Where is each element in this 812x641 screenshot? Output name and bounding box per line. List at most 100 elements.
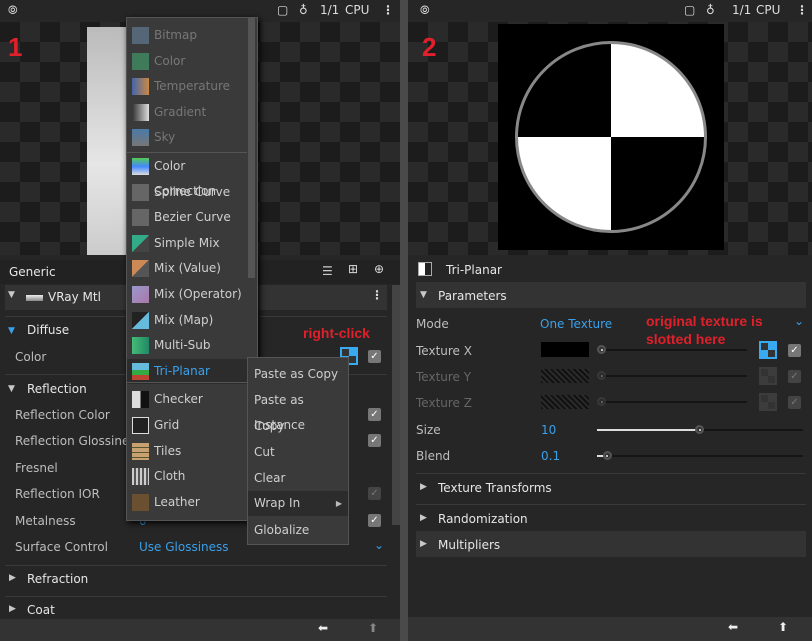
menu-scrollbar[interactable]	[248, 18, 255, 278]
blend-value[interactable]: 0.1	[541, 449, 560, 463]
ratio-button[interactable]: 1/1	[732, 3, 751, 17]
size-slider[interactable]	[695, 425, 704, 434]
section-diffuse[interactable]: Diffuse	[27, 323, 69, 337]
texture-y-slot	[759, 367, 777, 385]
scrollbar[interactable]	[392, 285, 400, 525]
chevron-down-icon[interactable]: ⌄	[794, 314, 804, 328]
engine-button[interactable]: CPU	[345, 3, 369, 17]
enable-checkbox[interactable]: ✓	[368, 408, 381, 421]
collapse-arrow-icon[interactable]: ▶	[420, 513, 427, 523]
texture-x-slot[interactable]	[759, 341, 777, 359]
menu-item-spline-curve[interactable]: Spline Curve	[127, 180, 247, 205]
region-icon[interactable]: ▢	[277, 3, 288, 17]
engine-button[interactable]: CPU	[756, 3, 780, 17]
collapse-arrow-icon[interactable]: ▼	[8, 290, 15, 300]
menu-item-mix-map[interactable]: Mix (Map)	[127, 308, 247, 333]
menu-item-grid[interactable]: Grid	[127, 413, 247, 438]
back-arrow-icon[interactable]: ⬅	[728, 620, 738, 634]
menu-item-mix-value[interactable]: Mix (Value)	[127, 256, 247, 281]
texture-type-icon	[132, 337, 149, 355]
menu-item-paste-as-instance[interactable]: Paste as Instance	[248, 388, 348, 432]
menu-item-leather[interactable]: Leather	[127, 490, 247, 515]
expand-arrow-icon[interactable]: ▼	[8, 326, 15, 336]
menu-item-mix-operator[interactable]: Mix (Operator)	[127, 282, 247, 307]
menu-item-simple-mix[interactable]: Simple Mix	[127, 231, 247, 256]
menu-item-cut[interactable]: Cut	[248, 440, 348, 465]
back-arrow-icon[interactable]: ⬅	[318, 621, 328, 635]
menu-item-label: Multi-Sub	[154, 338, 211, 353]
section-coat[interactable]: Coat	[27, 603, 55, 617]
menu-item-clear[interactable]: Clear	[248, 466, 348, 491]
param-reflection-color: Reflection Color	[15, 408, 110, 422]
texture-x-checkbox[interactable]: ✓	[788, 344, 801, 357]
texture-type-icon	[132, 468, 149, 486]
add-material-icon[interactable]: ⊕	[374, 262, 384, 276]
section-multipliers[interactable]: Multipliers	[438, 538, 500, 552]
surface-control-dropdown[interactable]: Use Glossiness	[139, 540, 229, 554]
mode-dropdown[interactable]: One Texture	[540, 317, 612, 331]
menu-item-cloth[interactable]: Cloth	[127, 464, 247, 489]
enable-checkbox[interactable]: ✓	[368, 487, 381, 500]
menu-item-label: Mix (Map)	[154, 312, 214, 327]
menu-item-label: Cloth	[154, 469, 186, 484]
section-texture-transforms[interactable]: Texture Transforms	[438, 481, 552, 495]
texture-type-icon	[132, 103, 149, 121]
section-parameters[interactable]: Parameters	[438, 289, 507, 303]
menu-item-multi-sub[interactable]: Multi-Sub	[127, 333, 247, 358]
more-vertical-icon[interactable]: ⋮	[796, 3, 808, 17]
param-texture-z: Texture Z	[416, 396, 472, 410]
texture-x-slider[interactable]	[597, 345, 606, 354]
collapse-arrow-icon[interactable]: ▶	[420, 482, 427, 492]
settings-sliders-icon[interactable]: ☰	[322, 264, 333, 278]
link-icon[interactable]: ⦾	[420, 3, 430, 18]
chevron-down-icon[interactable]: ⌄	[374, 538, 384, 552]
menu-item-copy[interactable]: Copy	[248, 414, 348, 439]
annotation-original-texture: original texture is slotted here	[646, 313, 763, 347]
menu-item-label: Leather	[154, 494, 200, 509]
menu-item-label: Simple Mix	[154, 235, 220, 250]
menu-item-paste-as-copy[interactable]: Paste as Copy	[248, 362, 348, 387]
collapse-arrow-icon[interactable]: ▶	[9, 573, 16, 583]
param-fresnel: Fresnel	[15, 461, 58, 475]
texture-y-color	[541, 369, 589, 383]
expand-arrow-icon[interactable]: ▼	[420, 290, 427, 300]
menu-item-label: Mix (Operator)	[154, 287, 242, 301]
menu-item-checker[interactable]: Checker	[127, 387, 247, 412]
menu-item-bezier-curve[interactable]: Bezier Curve	[127, 205, 247, 230]
ratio-button[interactable]: 1/1	[320, 3, 339, 17]
link-icon[interactable]: ⦾	[8, 3, 18, 18]
enable-checkbox[interactable]: ✓	[368, 350, 381, 363]
texture-type-icon	[132, 209, 149, 227]
add-layer-icon[interactable]: ⊞	[348, 262, 358, 276]
menu-item-color-correction[interactable]: Color Correction	[127, 154, 247, 198]
menu-item-wrap-in[interactable]: Wrap In ▶	[248, 491, 348, 516]
texture-x-color[interactable]	[541, 342, 589, 357]
menu-item-tri-planar[interactable]: Tri-Planar	[127, 358, 247, 384]
menu-item-label: Bitmap	[154, 28, 197, 42]
up-arrow-icon[interactable]: ⬆	[368, 621, 378, 635]
teapot-icon[interactable]: ♁	[706, 3, 715, 17]
menu-item-label: Spline Curve	[154, 184, 231, 199]
preview-viewport: 2	[408, 22, 812, 255]
enable-checkbox[interactable]: ✓	[368, 434, 381, 447]
section-refraction[interactable]: Refraction	[27, 572, 88, 586]
blend-slider[interactable]	[602, 451, 612, 460]
more-vertical-icon[interactable]: ⋮	[382, 3, 394, 17]
menu-item-tiles[interactable]: Tiles	[127, 439, 247, 464]
texture-y-checkbox: ✓	[788, 370, 801, 383]
collapse-arrow-icon[interactable]: ▶	[9, 604, 16, 614]
enable-checkbox[interactable]: ✓	[368, 514, 381, 527]
collapse-arrow-icon[interactable]: ▶	[420, 539, 427, 549]
section-randomization[interactable]: Randomization	[438, 512, 528, 526]
material-swatch-icon	[26, 295, 43, 301]
more-vertical-icon[interactable]: ⋮	[371, 288, 383, 302]
menu-item-globalize[interactable]: Globalize	[248, 518, 348, 543]
menu-separator	[127, 382, 247, 384]
section-reflection[interactable]: Reflection	[27, 382, 87, 396]
region-icon[interactable]: ▢	[684, 3, 695, 17]
size-value[interactable]: 10	[541, 423, 556, 437]
menu-item-label: Bezier Curve	[154, 210, 231, 225]
teapot-icon[interactable]: ♁	[299, 3, 308, 17]
expand-arrow-icon[interactable]: ▼	[8, 384, 15, 394]
up-arrow-icon[interactable]: ⬆	[778, 620, 788, 634]
